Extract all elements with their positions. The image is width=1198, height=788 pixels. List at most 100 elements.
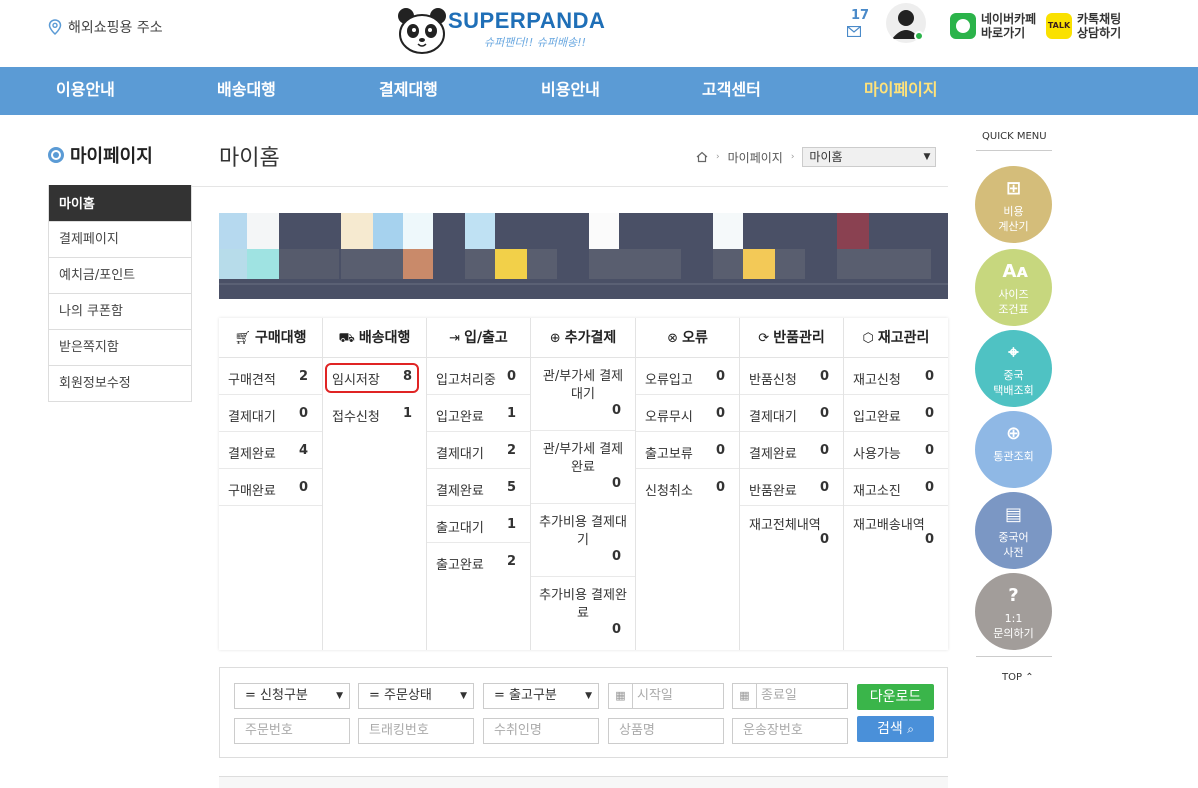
- naver-cafe-link[interactable]: 네이버카페 바로가기: [950, 12, 1036, 40]
- row-count: 4: [298, 443, 308, 458]
- status-row[interactable]: 재고배송내역 0: [844, 506, 948, 554]
- box-icon: ⬡: [862, 331, 874, 346]
- status-row[interactable]: 결제대기 2: [427, 432, 530, 469]
- status-row[interactable]: 결제완료 4: [219, 432, 322, 469]
- status-row[interactable]: 재고전체내역 0: [740, 506, 843, 554]
- status-row[interactable]: 오류입고 0: [636, 358, 739, 395]
- cart-icon: 🛒︎: [234, 331, 251, 346]
- row-label: 입고완료: [853, 410, 901, 425]
- shipment-type-select[interactable]: = 출고구분: [483, 683, 599, 709]
- row-label: 결제대기: [436, 447, 484, 462]
- status-row[interactable]: 재고소진 0: [844, 469, 948, 506]
- status-row[interactable]: 결제완료 0: [740, 432, 843, 469]
- quick-label-line1: 중국: [1003, 369, 1024, 382]
- status-row[interactable]: 출고대기 1: [427, 506, 530, 543]
- row-count: 0: [611, 549, 621, 564]
- status-row[interactable]: 관/부가세 결제완료 0: [531, 431, 635, 504]
- kakao-chat-link[interactable]: TALK 카톡채팅 상담하기: [1046, 12, 1121, 40]
- status-row[interactable]: 결제대기 0: [740, 395, 843, 432]
- nav-mypage[interactable]: 마이페이지: [864, 67, 938, 115]
- row-label: 구매완료: [228, 484, 276, 499]
- location-pin-icon: [48, 19, 62, 35]
- quick-customs-lookup[interactable]: ⊕ 통관조회: [975, 411, 1052, 488]
- status-row[interactable]: 추가비용 결제대기 0: [531, 504, 635, 577]
- tracking-number-input[interactable]: 트래킹번호: [358, 718, 474, 744]
- quick-one-on-one-inquiry[interactable]: ? 1:1 문의하기: [975, 573, 1052, 650]
- sidebar-item-myhome[interactable]: 마이홈: [49, 185, 191, 221]
- row-label: 재고소진: [853, 484, 901, 499]
- recipient-name-input[interactable]: 수취인명: [483, 718, 599, 744]
- waybill-number-input[interactable]: 운송장번호: [732, 718, 848, 744]
- title-divider: [192, 186, 948, 187]
- font-size-icon: Aᴀ: [1002, 261, 1029, 282]
- status-row[interactable]: 결제대기 0: [219, 395, 322, 432]
- status-row[interactable]: 입고완료 0: [844, 395, 948, 432]
- quick-cost-calculator[interactable]: ⊞ 비용 계산기: [975, 166, 1052, 243]
- breadcrumb-page-select[interactable]: 마이홈: [802, 147, 937, 167]
- sidebar-item-deposit-points[interactable]: 예치금/포인트: [49, 257, 191, 293]
- sidebar-menu: 마이홈 결제페이지 예치금/포인트 나의 쿠폰함 받은쪽지함 회원정보수정: [48, 185, 192, 402]
- row-count: 0: [715, 369, 725, 384]
- nav-shipping-agent[interactable]: 배송대행: [217, 67, 276, 115]
- nav-customer-center[interactable]: 고객센터: [702, 67, 761, 115]
- calendar-icon: ▦: [609, 684, 633, 708]
- quick-chinese-dictionary[interactable]: ▤ 중국어 사전: [975, 492, 1052, 569]
- start-date-input[interactable]: ▦ 시작일: [608, 683, 724, 709]
- quick-size-table[interactable]: Aᴀ 사이즈 조건표: [975, 249, 1052, 326]
- status-row[interactable]: 결제완료 5: [427, 469, 530, 506]
- row-label: 반품완료: [749, 484, 797, 499]
- row-count: 2: [506, 443, 516, 458]
- quick-label-line1: 1:1: [1004, 612, 1023, 625]
- breadcrumb-mypage[interactable]: 마이페이지: [728, 149, 783, 166]
- status-row[interactable]: 구매완료 0: [219, 469, 322, 506]
- status-row[interactable]: 추가비용 결제완료 0: [531, 577, 635, 650]
- row-label: 신청취소: [645, 484, 693, 499]
- results-table-header: [219, 776, 948, 788]
- request-type-select[interactable]: = 신청구분: [234, 683, 350, 709]
- search-button[interactable]: 검색 ⌕: [857, 716, 934, 742]
- nav-usage-guide[interactable]: 이용안내: [56, 67, 115, 115]
- naver-cafe-icon: [950, 13, 976, 39]
- status-row[interactable]: 재고신청 0: [844, 358, 948, 395]
- sidebar-item-edit-profile[interactable]: 회원정보수정: [49, 365, 191, 401]
- status-row[interactable]: 관/부가세 결제대기 0: [531, 358, 635, 431]
- row-label: 입고완료: [436, 410, 484, 425]
- refresh-icon: ⟳: [758, 331, 770, 346]
- download-button[interactable]: 다운로드: [857, 684, 934, 710]
- sidebar-item-payment-page[interactable]: 결제페이지: [49, 221, 191, 257]
- nav-payment-agent[interactable]: 결제대행: [379, 67, 438, 115]
- order-status-select[interactable]: = 주문상태: [358, 683, 474, 709]
- sidebar-item-coupons[interactable]: 나의 쿠폰함: [49, 293, 191, 329]
- end-date-input[interactable]: ▦ 종료일: [732, 683, 848, 709]
- chevron-up-icon: ⌃: [1025, 672, 1034, 683]
- top-label: TOP: [1002, 672, 1023, 683]
- status-row[interactable]: 신청취소 0: [636, 469, 739, 506]
- scroll-top-button[interactable]: TOP ⌃: [1002, 672, 1034, 683]
- row-label: 결제완료: [749, 447, 797, 462]
- row-count: 0: [506, 369, 516, 384]
- status-row[interactable]: 출고보류 0: [636, 432, 739, 469]
- status-row[interactable]: 입고완료 1: [427, 395, 530, 432]
- product-name-input[interactable]: 상품명: [608, 718, 724, 744]
- message-button[interactable]: 17: [846, 8, 869, 38]
- calendar-icon: ▦: [733, 684, 757, 708]
- status-row[interactable]: 출고완료 2: [427, 543, 530, 580]
- home-icon[interactable]: [696, 151, 708, 163]
- overseas-address-link[interactable]: 해외쇼핑용 주소: [48, 17, 163, 37]
- row-label: 추가비용 결제완료: [539, 588, 627, 621]
- row-label: 사용가능: [853, 447, 901, 462]
- quick-china-tracking[interactable]: ⌖ 중국 택배조회: [975, 330, 1052, 407]
- status-row[interactable]: 반품완료 0: [740, 469, 843, 506]
- order-number-input[interactable]: 주문번호: [234, 718, 350, 744]
- column-header: ⊕ 추가결제: [531, 318, 635, 358]
- status-row[interactable]: 구매견적 2: [219, 358, 322, 395]
- status-row[interactable]: 입고처리중 0: [427, 358, 530, 395]
- status-row[interactable]: 사용가능 0: [844, 432, 948, 469]
- status-row[interactable]: 반품신청 0: [740, 358, 843, 395]
- sidebar-item-inbox[interactable]: 받은쪽지함: [49, 329, 191, 365]
- nav-cost-guide[interactable]: 비용안내: [541, 67, 600, 115]
- status-row[interactable]: 접수신청 1: [323, 395, 426, 432]
- status-row[interactable]: 오류무시 0: [636, 395, 739, 432]
- superpanda-logo[interactable]: SUPERPANDA 슈퍼팬더!! 슈퍼배송!!: [396, 4, 606, 58]
- row-count: 1: [506, 406, 516, 421]
